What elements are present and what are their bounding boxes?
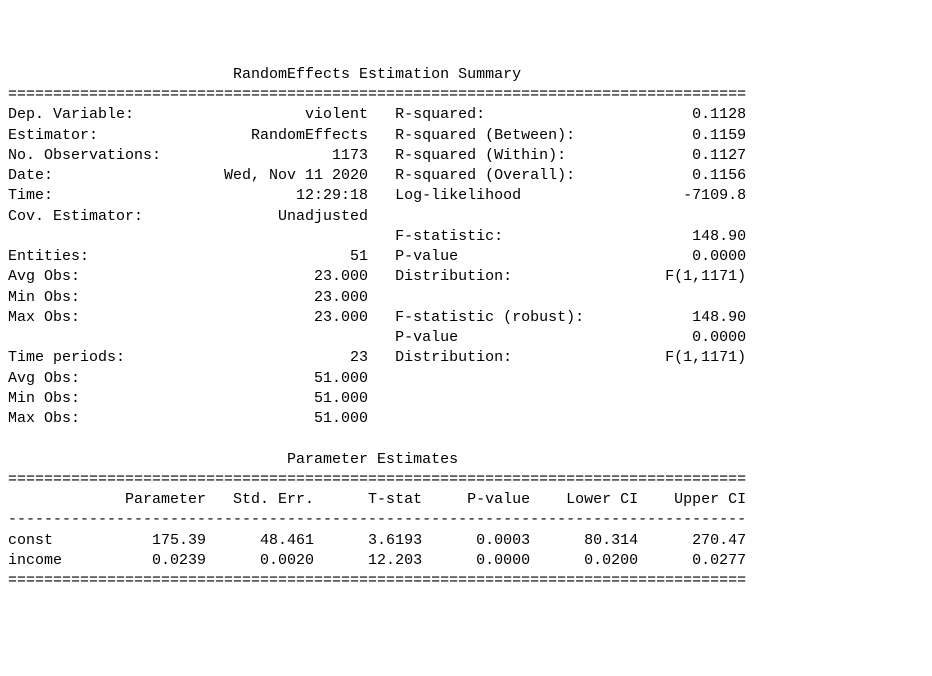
param-header: Parameter Std. Err. T-stat P-value Lower… [8,490,924,510]
param-row: income 0.0239 0.0020 12.203 0.0000 0.020… [8,551,924,571]
summary-row: Time periods: 23 Distribution: F(1,1171) [8,348,924,368]
rule: ========================================… [8,470,924,490]
summary-row: Dep. Variable: violent R-squared: 0.1128 [8,105,924,125]
param-row: const 175.39 48.461 3.6193 0.0003 80.314… [8,531,924,551]
regression-output: RandomEffects Estimation Summary =======… [8,65,924,592]
summary-row: Cov. Estimator: Unadjusted [8,207,924,227]
summary-row: P-value 0.0000 [8,328,924,348]
summary-row: Avg Obs: 51.000 [8,369,924,389]
summary-row: Entities: 51 P-value 0.0000 [8,247,924,267]
summary-row: Max Obs: 51.000 [8,409,924,429]
summary-row: Max Obs: 23.000 F-statistic (robust): 14… [8,308,924,328]
summary-row: Time: 12:29:18 Log-likelihood -7109.8 [8,186,924,206]
blank [8,429,924,449]
summary-row: F-statistic: 148.90 [8,227,924,247]
summary-row: No. Observations: 1173 R-squared (Within… [8,146,924,166]
summary-row: Min Obs: 23.000 [8,288,924,308]
summary-title: RandomEffects Estimation Summary [8,65,924,85]
summary-row: Avg Obs: 23.000 Distribution: F(1,1171) [8,267,924,287]
rule-dash: ----------------------------------------… [8,510,924,530]
summary-row: Estimator: RandomEffects R-squared (Betw… [8,126,924,146]
summary-row: Min Obs: 51.000 [8,389,924,409]
rule: ========================================… [8,571,924,591]
summary-row: Date: Wed, Nov 11 2020 R-squared (Overal… [8,166,924,186]
param-title: Parameter Estimates [8,450,924,470]
rule: ========================================… [8,85,924,105]
